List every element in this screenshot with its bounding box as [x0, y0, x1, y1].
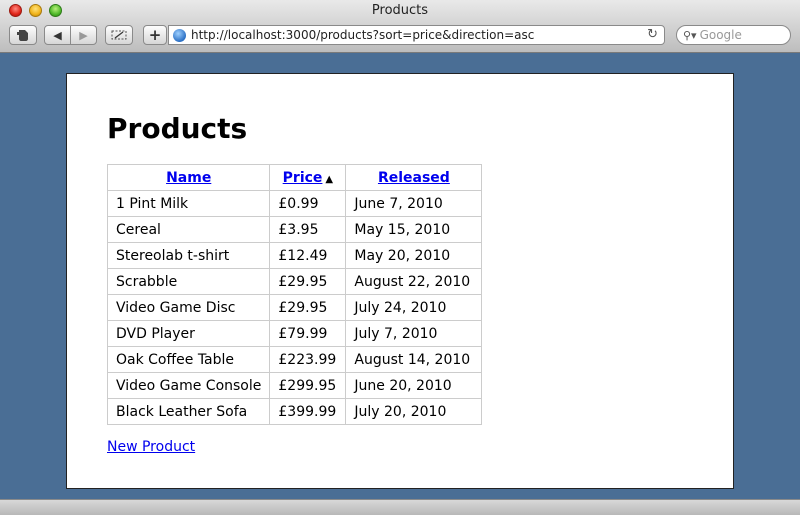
back-arrow-icon: ◀ [53, 28, 62, 42]
table-row: DVD Player £79.99 July 7, 2010 [106, 320, 483, 347]
product-released-cell: July 24, 2010 [345, 294, 483, 321]
page-title: Products [107, 112, 248, 145]
elephant-icon [17, 30, 28, 41]
released-column-header: Released [345, 164, 483, 191]
table-header-row: Name Price ▲ Released [106, 164, 483, 191]
reload-icon[interactable]: ↻ [647, 27, 658, 42]
table-row: 1 Pint Milk £0.99 June 7, 2010 [106, 190, 483, 217]
product-name-cell: Scrabble [106, 268, 271, 295]
search-icon: ⚲▾ [683, 28, 697, 42]
product-name-cell: 1 Pint Milk [106, 190, 271, 217]
product-price-cell: £299.95 [269, 372, 347, 399]
product-name-cell: Black Leather Sofa [106, 398, 271, 425]
sort-by-released-link[interactable]: Released [378, 170, 450, 186]
globe-icon [173, 28, 186, 42]
products-table-body: 1 Pint Milk £0.99 June 7, 2010 Cereal £3.95… [106, 190, 483, 425]
back-button[interactable]: ◀ [44, 25, 71, 45]
product-price-cell: £29.95 [269, 268, 347, 295]
product-name-cell: Video Game Console [106, 372, 271, 399]
add-bookmark-button[interactable]: + [143, 25, 167, 45]
product-price-cell: £223.99 [269, 346, 347, 373]
product-price-cell: £79.99 [269, 320, 347, 347]
new-product-link[interactable]: New Product [107, 439, 195, 455]
table-row: Stereolab t-shirt £12.49 May 20, 2010 [106, 242, 483, 269]
product-name-cell: Stereolab t-shirt [106, 242, 271, 269]
search-placeholder: Google [699, 28, 742, 42]
scissors-icon [111, 30, 127, 40]
product-released-cell: August 14, 2010 [345, 346, 483, 373]
product-released-cell: June 7, 2010 [345, 190, 483, 217]
products-table: Name Price ▲ Released 1 Pint Milk £0.99 Jun… [106, 164, 483, 425]
page-content: Products Name Price ▲ Released 1 Pint Mil… [66, 73, 734, 489]
forward-button[interactable]: ▶ [70, 25, 97, 45]
address-url: http://localhost:3000/products?sort=pric… [191, 28, 535, 42]
sort-by-price-link[interactable]: Price [283, 170, 323, 186]
sort-by-name-link[interactable]: Name [166, 170, 211, 186]
price-column-header: Price ▲ [269, 164, 347, 191]
product-name-cell: Oak Coffee Table [106, 346, 271, 373]
table-row: Black Leather Sofa £399.99 July 20, 2010 [106, 398, 483, 425]
evernote-extension-button[interactable] [9, 25, 37, 45]
status-bar [0, 499, 800, 515]
table-row: Cereal £3.95 May 15, 2010 [106, 216, 483, 243]
product-released-cell: June 20, 2010 [345, 372, 483, 399]
table-row: Scrabble £29.95 August 22, 2010 [106, 268, 483, 295]
product-price-cell: £399.99 [269, 398, 347, 425]
name-column-header: Name [106, 164, 271, 191]
browser-chrome: Products ◀ ▶ + http://localhost:3000/pro… [0, 0, 800, 53]
product-released-cell: May 15, 2010 [345, 216, 483, 243]
plus-icon: + [148, 26, 162, 44]
search-field[interactable]: ⚲▾ Google [676, 25, 791, 45]
product-released-cell: July 7, 2010 [345, 320, 483, 347]
web-clip-button[interactable] [105, 25, 133, 45]
table-row: Video Game Disc £29.95 July 24, 2010 [106, 294, 483, 321]
product-name-cell: DVD Player [106, 320, 271, 347]
product-price-cell: £0.99 [269, 190, 347, 217]
product-released-cell: August 22, 2010 [345, 268, 483, 295]
table-row: Oak Coffee Table £223.99 August 14, 2010 [106, 346, 483, 373]
address-bar[interactable]: http://localhost:3000/products?sort=pric… [168, 25, 665, 45]
sort-ascending-icon: ▲ [325, 173, 334, 185]
forward-arrow-icon: ▶ [79, 28, 88, 42]
product-name-cell: Cereal [106, 216, 271, 243]
product-price-cell: £12.49 [269, 242, 347, 269]
window-title: Products [371, 3, 429, 18]
product-price-cell: £3.95 [269, 216, 347, 243]
product-name-cell: Video Game Disc [106, 294, 271, 321]
product-released-cell: July 20, 2010 [345, 398, 483, 425]
product-price-cell: £29.95 [269, 294, 347, 321]
product-released-cell: May 20, 2010 [345, 242, 483, 269]
table-row: Video Game Console £299.95 June 20, 2010 [106, 372, 483, 399]
